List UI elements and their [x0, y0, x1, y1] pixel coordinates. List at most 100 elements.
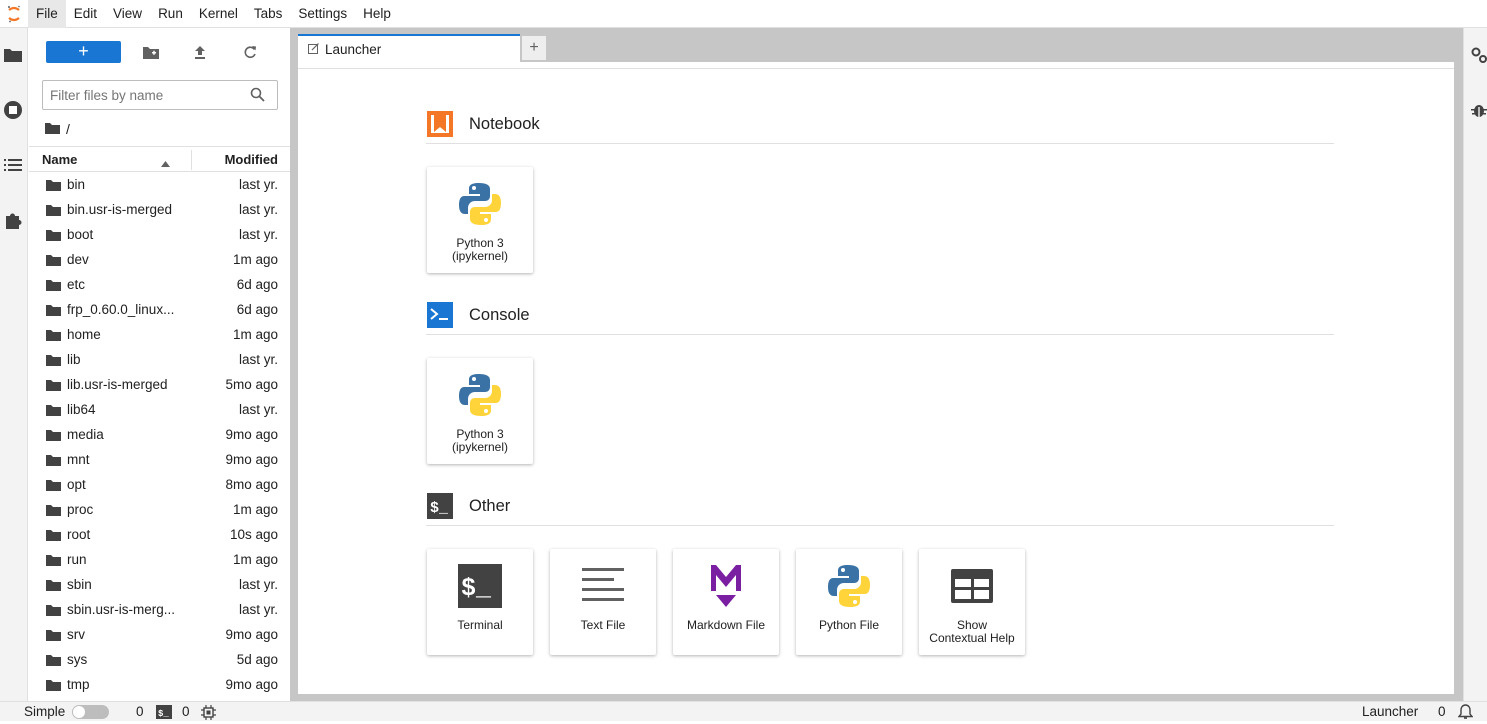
new-tab-button[interactable]: +: [521, 35, 547, 61]
file-modified: 8mo ago: [225, 477, 278, 492]
left-sidebar-tabs: [0, 28, 28, 701]
text-file-card[interactable]: Text File: [550, 549, 656, 655]
file-name: root: [67, 527, 91, 542]
modified-column-header[interactable]: Modified: [225, 152, 278, 167]
svg-text:$_: $_: [430, 500, 449, 517]
file-name: home: [67, 327, 101, 342]
folder-icon: [46, 604, 61, 619]
property-inspector-icon[interactable]: [1468, 44, 1487, 66]
menu-file[interactable]: File: [28, 0, 66, 28]
python-file-card[interactable]: Python File: [796, 549, 902, 655]
section-notebook: Notebook: [426, 104, 1334, 144]
contextual-help-card[interactable]: Show Contextual Help: [919, 549, 1025, 655]
folder-icon: [46, 654, 61, 669]
folder-icon: [46, 429, 61, 444]
card-label: Python 3 (ipykernel): [427, 237, 533, 263]
new-launcher-button[interactable]: +: [46, 41, 121, 63]
breadcrumb-root[interactable]: /: [66, 121, 70, 137]
file-row[interactable]: lib last yr.: [29, 347, 290, 372]
file-modified: last yr.: [238, 227, 278, 242]
file-browser: + / Name Modified binlast yr.bin.usr-is-…: [29, 28, 290, 701]
menu-edit[interactable]: Edit: [66, 0, 105, 28]
menu-help[interactable]: Help: [355, 0, 399, 28]
file-modified: 9mo ago: [225, 427, 278, 442]
upload-icon[interactable]: [190, 42, 210, 62]
menu-tabs[interactable]: Tabs: [246, 0, 291, 28]
console-python3-card[interactable]: Python 3 (ipykernel): [427, 358, 533, 464]
card-label: Text File: [550, 619, 656, 632]
simple-mode-toggle[interactable]: [72, 705, 109, 719]
breadcrumb: /: [45, 120, 70, 138]
folder-icon: [46, 629, 61, 644]
panel-splitter[interactable]: [290, 28, 298, 701]
file-modified: 1m ago: [232, 552, 278, 567]
home-folder-icon[interactable]: [45, 121, 60, 137]
menu-settings[interactable]: Settings: [290, 0, 355, 28]
tab-launcher[interactable]: Launcher: [298, 34, 520, 62]
refresh-icon[interactable]: [240, 42, 260, 62]
file-row[interactable]: etc 6d ago: [29, 272, 290, 297]
file-row[interactable]: opt 8mo ago: [29, 472, 290, 497]
file-row[interactable]: bin last yr.: [29, 172, 290, 197]
new-folder-icon[interactable]: [141, 42, 161, 62]
file-row[interactable]: boot last yr.: [29, 222, 290, 247]
folder-icon: [46, 404, 61, 419]
notifications-count[interactable]: 0: [1438, 704, 1446, 720]
file-modified: 1m ago: [232, 502, 278, 517]
file-row[interactable]: srv 9mo ago: [29, 622, 290, 647]
file-row[interactable]: frp_0.60.0_linux... 6d ago: [29, 297, 290, 322]
folder-icon: [46, 529, 61, 544]
name-column-header[interactable]: Name: [42, 152, 77, 167]
file-filter: [42, 80, 278, 110]
launcher-panel: Notebook Python 3 (ipykernel) Console Py…: [298, 62, 1454, 694]
file-name: frp_0.60.0_linux...: [67, 302, 175, 317]
toc-icon[interactable]: [2, 154, 24, 176]
kernels-count[interactable]: 0: [182, 704, 190, 720]
tab-bar: Launcher +: [298, 34, 547, 62]
markdown-icon: [701, 561, 751, 611]
menu-run[interactable]: Run: [150, 0, 191, 28]
contextual-help-icon: [947, 561, 997, 611]
file-row[interactable]: lib64 last yr.: [29, 397, 290, 422]
debugger-icon[interactable]: [1468, 99, 1487, 121]
file-row[interactable]: tmp 9mo ago: [29, 672, 290, 697]
folder-icon: [46, 554, 61, 569]
bell-icon[interactable]: [1457, 704, 1474, 724]
notebook-python3-card[interactable]: Python 3 (ipykernel): [427, 167, 533, 273]
tab-label: Launcher: [325, 41, 382, 57]
section-title: Notebook: [469, 115, 540, 133]
file-name: media: [67, 427, 104, 442]
file-row[interactable]: sys 5d ago: [29, 647, 290, 672]
file-row[interactable]: media 9mo ago: [29, 422, 290, 447]
file-name: lib64: [67, 402, 96, 417]
folder-icon: [46, 479, 61, 494]
menubar: File Edit View Run Kernel Tabs Settings …: [0, 0, 1487, 28]
file-name: lib.usr-is-merged: [67, 377, 168, 392]
file-row[interactable]: dev 1m ago: [29, 247, 290, 272]
python-icon: [824, 561, 874, 611]
file-row[interactable]: sbin.usr-is-merg... last yr.: [29, 597, 290, 622]
section-title: Console: [469, 306, 530, 324]
file-row[interactable]: home 1m ago: [29, 322, 290, 347]
file-name: bin.usr-is-merged: [67, 202, 173, 217]
extension-icon[interactable]: [2, 209, 24, 231]
file-name: dev: [67, 252, 89, 267]
terminal-card[interactable]: $_ Terminal: [427, 549, 533, 655]
file-row[interactable]: sbin last yr.: [29, 572, 290, 597]
column-divider[interactable]: [191, 150, 192, 170]
file-row[interactable]: root 10s ago: [29, 522, 290, 547]
markdown-file-card[interactable]: Markdown File: [673, 549, 779, 655]
running-icon[interactable]: [2, 99, 24, 121]
file-row[interactable]: run 1m ago: [29, 547, 290, 572]
filter-files-input[interactable]: [50, 82, 250, 108]
terminals-count[interactable]: 0: [136, 704, 144, 720]
folder-icon[interactable]: [2, 44, 24, 66]
file-row[interactable]: bin.usr-is-merged last yr.: [29, 197, 290, 222]
menu-kernel[interactable]: Kernel: [191, 0, 246, 28]
folder-icon: [46, 354, 61, 369]
menu-view[interactable]: View: [105, 0, 150, 28]
file-row[interactable]: mnt 9mo ago: [29, 447, 290, 472]
file-name: srv: [67, 627, 85, 642]
file-row[interactable]: lib.usr-is-merged 5mo ago: [29, 372, 290, 397]
file-row[interactable]: proc 1m ago: [29, 497, 290, 522]
